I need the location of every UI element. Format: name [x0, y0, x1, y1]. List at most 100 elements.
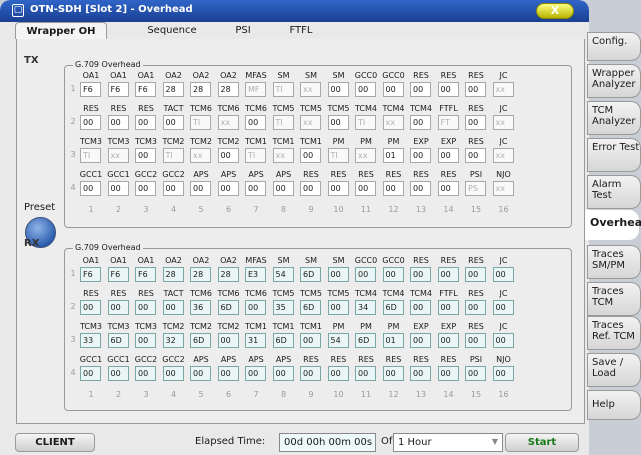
tx-byte-field[interactable]: 00 — [410, 181, 431, 196]
tx-byte-field[interactable]: 00 — [245, 181, 266, 196]
rx-byte-field: 31 — [245, 333, 266, 348]
tx-byte-field[interactable]: 00 — [437, 181, 459, 196]
tx-row-number: 1 — [70, 84, 76, 93]
tx-byte-field[interactable]: TI — [355, 115, 376, 130]
tx-byte-field[interactable]: 00 — [437, 148, 459, 163]
rx-field-header: TCM5 — [327, 289, 350, 298]
tx-field-header: TCM1 — [300, 137, 322, 146]
sidebar-item-help[interactable]: Help — [587, 390, 641, 420]
tx-byte-field[interactable]: PS — [465, 181, 486, 196]
tx-byte-field[interactable]: 00 — [107, 181, 129, 196]
tx-byte-field[interactable]: 00 — [300, 181, 321, 196]
tx-byte-field[interactable]: FT — [437, 115, 459, 130]
tx-byte-field[interactable]: 00 — [217, 148, 239, 163]
elapsed-time-label: Elapsed Time: — [195, 436, 266, 447]
rx-field-header: EXP — [440, 322, 457, 331]
tx-byte-field[interactable]: xx — [272, 148, 294, 163]
tx-byte-field[interactable]: TI — [245, 148, 266, 163]
tx-byte-field[interactable]: F6 — [107, 82, 129, 97]
tx-byte-field[interactable]: TI — [190, 115, 211, 130]
tx-byte-field[interactable]: 28 — [217, 82, 239, 97]
rx-field-header: PSI — [469, 355, 483, 364]
tx-byte-field[interactable]: xx — [355, 148, 376, 163]
tx-byte-field[interactable]: 00 — [355, 181, 376, 196]
sidebar-item-traces-ref-tcm[interactable]: Traces Ref. TCM — [587, 316, 641, 350]
tx-byte-field[interactable]: 00 — [135, 181, 156, 196]
tx-byte-field[interactable]: xx — [382, 115, 404, 130]
sidebar-item-tcm-analyzer[interactable]: TCM Analyzer — [587, 101, 641, 135]
tx-byte-field[interactable]: xx — [190, 148, 211, 163]
tx-field-header: TCM3 — [80, 137, 102, 146]
tx-byte-field[interactable]: 00 — [465, 82, 486, 97]
duration-select[interactable]: 1 Hour ▼ — [393, 433, 503, 452]
tx-byte-field[interactable]: 00 — [162, 115, 184, 130]
tx-byte-field[interactable]: 00 — [327, 115, 349, 130]
rx-byte-field: 00 — [437, 300, 459, 315]
tx-byte-field[interactable]: TI — [272, 115, 294, 130]
tx-byte-field[interactable]: 00 — [437, 82, 459, 97]
tx-byte-field[interactable]: 00 — [135, 148, 156, 163]
rx-byte-field: 00 — [492, 267, 514, 282]
tx-byte-field[interactable]: 00 — [162, 181, 184, 196]
tx-byte-field[interactable]: F6 — [135, 82, 156, 97]
tx-byte-field[interactable]: 00 — [245, 115, 266, 130]
title-bar: ▢ OTN-SDH [Slot 2] - Overhead X — [0, 0, 589, 22]
sidebar-item-alarm-test[interactable]: Alarm Test — [587, 175, 641, 209]
start-button[interactable]: Start — [505, 433, 579, 452]
tx-byte-field[interactable]: F6 — [80, 82, 101, 97]
tx-byte-field[interactable]: xx — [492, 115, 514, 130]
sidebar-item-save-load[interactable]: Save / Load — [587, 353, 641, 387]
sidebar-item-wrapper-analyzer[interactable]: Wrapper Analyzer — [587, 64, 641, 98]
tx-byte-field[interactable]: 00 — [465, 148, 486, 163]
tab-sequence[interactable]: Sequence — [137, 22, 207, 39]
tx-byte-field[interactable]: 00 — [410, 148, 431, 163]
tx-byte-field[interactable]: xx — [492, 82, 514, 97]
sidebar-item-traces-sm-pm[interactable]: Traces SM/PM — [587, 245, 641, 279]
tx-byte-field[interactable]: TI — [162, 148, 184, 163]
tx-byte-field[interactable]: 00 — [135, 115, 156, 130]
tx-byte-field[interactable]: 00 — [355, 82, 376, 97]
sidebar-item-config[interactable]: Config. — [587, 32, 641, 61]
tab-psi[interactable]: PSI — [223, 22, 263, 39]
tx-column-number: 12 — [388, 205, 399, 214]
sidebar-item-traces-tcm[interactable]: Traces TCM — [587, 282, 641, 316]
tx-byte-field[interactable]: 00 — [327, 181, 349, 196]
tx-byte-field[interactable]: xx — [492, 181, 514, 196]
tx-byte-field[interactable]: 00 — [300, 148, 321, 163]
sidebar-item-overhead[interactable]: Overhead — [585, 210, 641, 240]
tx-byte-field[interactable]: TI — [272, 82, 294, 97]
rx-field-header: PM — [332, 322, 345, 331]
tab-wrapper-oh[interactable]: Wrapper OH — [15, 22, 107, 39]
sidebar-item-error-test[interactable]: Error Test — [587, 138, 641, 172]
tx-byte-field[interactable]: 00 — [327, 82, 349, 97]
tx-byte-field[interactable]: xx — [300, 82, 321, 97]
tx-byte-field[interactable]: 00 — [410, 82, 431, 97]
tx-field-header: TCM4 — [355, 104, 377, 113]
rx-field-header: TCM6 — [217, 289, 240, 298]
tx-byte-field[interactable]: 01 — [382, 148, 404, 163]
client-button[interactable]: CLIENT — [15, 433, 95, 452]
tx-byte-field[interactable]: 00 — [272, 181, 294, 196]
tx-byte-field[interactable]: TI — [327, 148, 349, 163]
tx-byte-field[interactable]: xx — [217, 115, 239, 130]
tx-byte-field[interactable]: 00 — [107, 115, 129, 130]
tx-byte-field[interactable]: 00 — [80, 115, 101, 130]
close-button[interactable]: X — [536, 3, 574, 19]
tx-byte-field[interactable]: 00 — [382, 181, 404, 196]
tx-byte-field[interactable]: 00 — [190, 181, 211, 196]
tab-ftfl[interactable]: FTFL — [281, 22, 321, 39]
rx-section-label: RX — [24, 238, 40, 249]
tx-byte-field[interactable]: 28 — [162, 82, 184, 97]
tx-byte-field[interactable]: 28 — [190, 82, 211, 97]
tx-byte-field[interactable]: xx — [300, 115, 321, 130]
tx-byte-field[interactable]: TI — [80, 148, 101, 163]
tx-byte-field[interactable]: 00 — [382, 82, 404, 97]
tx-byte-field[interactable]: 00 — [80, 181, 101, 196]
tx-byte-field[interactable]: MF — [245, 82, 266, 97]
tx-byte-field[interactable]: xx — [107, 148, 129, 163]
tx-byte-field[interactable]: 00 — [465, 115, 486, 130]
tx-byte-field[interactable]: 00 — [410, 115, 431, 130]
rx-column-number: 9 — [308, 390, 314, 399]
tx-byte-field[interactable]: 00 — [217, 181, 239, 196]
tx-byte-field[interactable]: xx — [492, 148, 514, 163]
